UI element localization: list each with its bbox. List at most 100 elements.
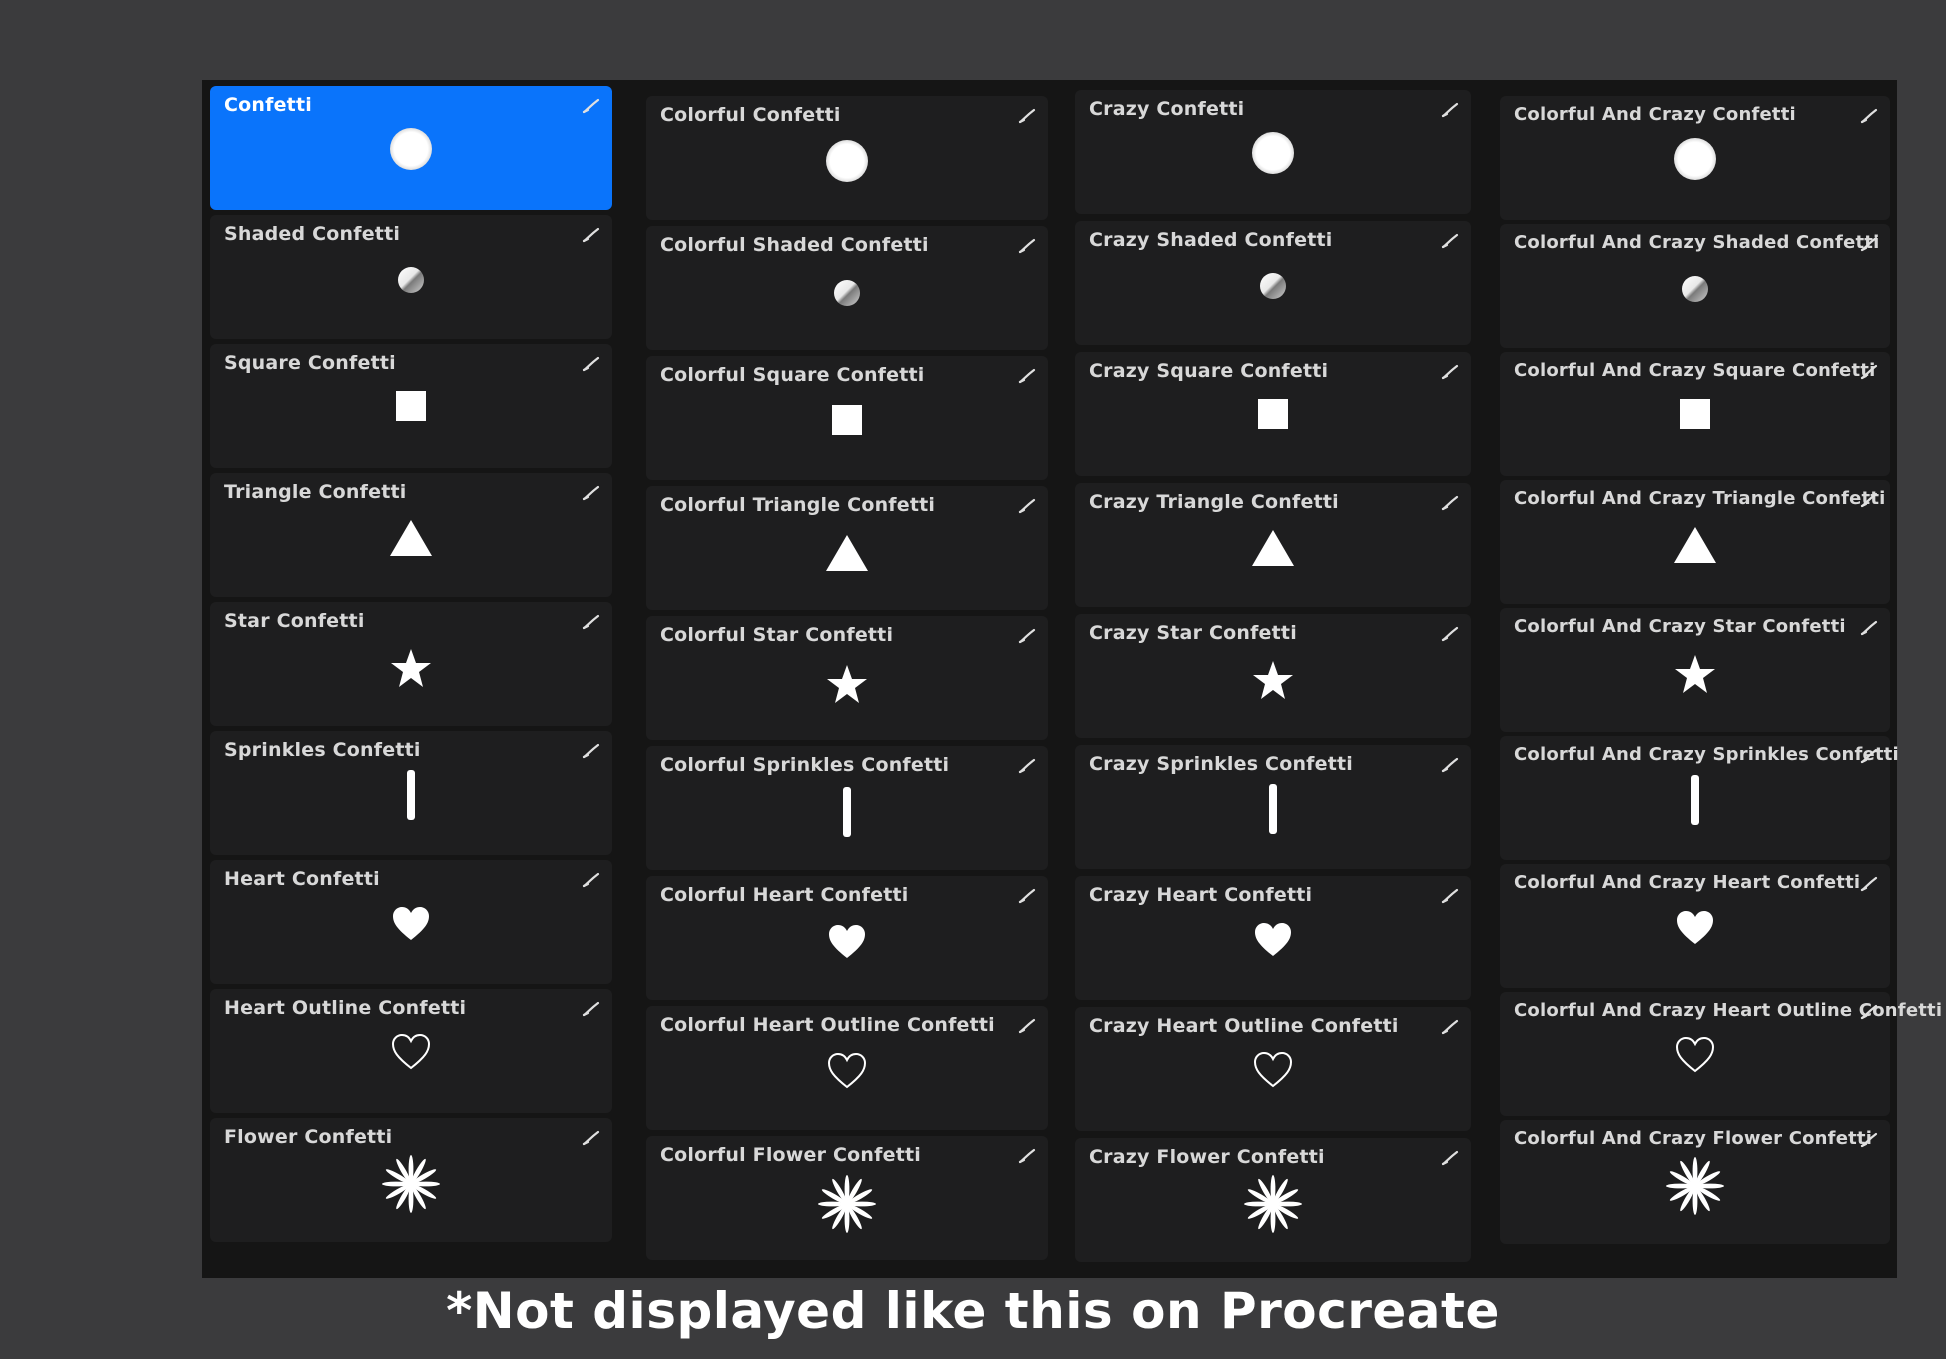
brush-label: Colorful And Crazy Star Confetti (1514, 616, 1846, 637)
brush-item[interactable]: Sprinkles Confetti (210, 731, 612, 855)
brush-stroke-icon (1441, 757, 1459, 773)
brush-item[interactable]: Colorful Triangle Confetti (646, 486, 1048, 610)
brush-item[interactable]: Triangle Confetti (210, 473, 612, 597)
square-icon (210, 390, 612, 422)
brush-item[interactable]: Colorful Confetti (646, 96, 1048, 220)
brush-item[interactable]: Crazy Confetti (1075, 90, 1471, 214)
brush-stroke-icon (1018, 498, 1036, 514)
brush-label: Colorful And Crazy Shaded Confetti (1514, 232, 1880, 253)
brush-item[interactable]: Crazy Shaded Confetti (1075, 221, 1471, 345)
heart-outline-icon (1075, 1051, 1471, 1089)
brush-item[interactable]: Colorful Shaded Confetti (646, 226, 1048, 350)
brush-label: Crazy Shaded Confetti (1089, 229, 1333, 251)
brush-item[interactable]: Crazy Flower Confetti (1075, 1138, 1471, 1262)
brush-stroke-icon (582, 356, 600, 372)
brush-stroke-icon (1018, 1018, 1036, 1034)
brush-item[interactable]: Colorful And Crazy Confetti (1500, 96, 1890, 220)
brush-stroke-icon (1860, 236, 1878, 252)
square-icon (1075, 398, 1471, 430)
brush-stroke-icon (1860, 1004, 1878, 1020)
triangle-icon (646, 534, 1048, 572)
brush-item[interactable]: Heart Confetti (210, 860, 612, 984)
brush-label: Crazy Flower Confetti (1089, 1146, 1325, 1168)
brush-item[interactable]: Colorful Heart Outline Confetti (646, 1006, 1048, 1130)
brush-item[interactable]: Confetti (210, 86, 612, 210)
brush-item[interactable]: Star Confetti (210, 602, 612, 726)
brush-label: Square Confetti (224, 352, 396, 374)
brush-label: Confetti (224, 94, 312, 116)
square-icon (646, 404, 1048, 436)
heart-outline-icon (210, 1033, 612, 1071)
brush-label: Crazy Square Confetti (1089, 360, 1329, 382)
brush-stroke-icon (582, 743, 600, 759)
brush-stroke-icon (1441, 1150, 1459, 1166)
brush-stroke-icon (1860, 492, 1878, 508)
brush-item[interactable]: Colorful Star Confetti (646, 616, 1048, 740)
brush-item[interactable]: Crazy Heart Outline Confetti (1075, 1007, 1471, 1131)
brush-item[interactable]: Colorful And Crazy Flower Confetti (1500, 1120, 1890, 1244)
brush-label: Colorful Square Confetti (660, 364, 925, 386)
brush-label: Heart Outline Confetti (224, 997, 467, 1019)
triangle-icon (1075, 529, 1471, 567)
square-icon (1500, 398, 1890, 430)
brush-stroke-icon (1441, 626, 1459, 642)
brush-label: Crazy Star Confetti (1089, 622, 1297, 644)
brush-label: Colorful Heart Outline Confetti (660, 1014, 995, 1036)
star-icon (1075, 660, 1471, 700)
brush-item[interactable]: Colorful Sprinkles Confetti (646, 746, 1048, 870)
brush-item[interactable]: Colorful And Crazy Star Confetti (1500, 608, 1890, 732)
flower-icon (646, 1174, 1048, 1234)
brush-item[interactable]: Crazy Star Confetti (1075, 614, 1471, 738)
heart-icon (646, 924, 1048, 960)
brush-item[interactable]: Colorful Square Confetti (646, 356, 1048, 480)
brush-stroke-icon (582, 98, 600, 114)
brush-column-2: Colorful Confetti Colorful Shaded Confett… (646, 96, 1048, 1266)
brush-stroke-icon (1441, 495, 1459, 511)
brush-stroke-icon (1018, 888, 1036, 904)
heart-icon (1075, 922, 1471, 958)
brush-item[interactable]: Colorful And Crazy Square Confetti (1500, 352, 1890, 476)
brush-item[interactable]: Heart Outline Confetti (210, 989, 612, 1113)
brush-item[interactable]: Crazy Heart Confetti (1075, 876, 1471, 1000)
brush-item[interactable]: Colorful And Crazy Shaded Confetti (1500, 224, 1890, 348)
brush-label: Colorful Sprinkles Confetti (660, 754, 950, 776)
brush-item[interactable]: Crazy Triangle Confetti (1075, 483, 1471, 607)
brush-label: Crazy Confetti (1089, 98, 1245, 120)
heart-outline-icon (1500, 1036, 1890, 1074)
brush-label: Colorful And Crazy Flower Confetti (1514, 1128, 1873, 1149)
brush-item[interactable]: Square Confetti (210, 344, 612, 468)
brush-stroke-icon (1018, 758, 1036, 774)
brush-item[interactable]: Flower Confetti (210, 1118, 612, 1242)
brush-item[interactable]: Colorful Heart Confetti (646, 876, 1048, 1000)
brush-label: Colorful Star Confetti (660, 624, 894, 646)
brush-item[interactable]: Colorful Flower Confetti (646, 1136, 1048, 1260)
brush-item[interactable]: Shaded Confetti (210, 215, 612, 339)
sprinkle-icon (1500, 774, 1890, 826)
brush-item[interactable]: Colorful And Crazy Heart Outline Confett… (1500, 992, 1942, 1116)
brush-item[interactable]: Colorful And Crazy Sprinkles Confetti (1500, 736, 1899, 860)
brush-stroke-icon (582, 872, 600, 888)
brush-label: Colorful And Crazy Triangle Confetti (1514, 488, 1886, 509)
brush-label: Colorful Heart Confetti (660, 884, 909, 906)
brush-column-4: Colorful And Crazy Confetti Colorful And … (1500, 96, 1942, 1248)
brush-stroke-icon (582, 227, 600, 243)
brush-item[interactable]: Crazy Sprinkles Confetti (1075, 745, 1471, 869)
sprinkle-icon (646, 786, 1048, 838)
brush-item[interactable]: Colorful And Crazy Triangle Confetti (1500, 480, 1890, 604)
flower-icon (1500, 1156, 1890, 1216)
brush-label: Colorful Triangle Confetti (660, 494, 936, 516)
brush-stroke-icon (1018, 1148, 1036, 1164)
circle-icon (646, 138, 1048, 184)
shaded-sphere-icon (210, 265, 612, 295)
brush-stroke-icon (1018, 238, 1036, 254)
flower-icon (210, 1154, 612, 1214)
brush-item[interactable]: Colorful And Crazy Heart Confetti (1500, 864, 1890, 988)
brush-item[interactable]: Crazy Square Confetti (1075, 352, 1471, 476)
brush-label: Colorful Confetti (660, 104, 841, 126)
brush-label: Crazy Heart Confetti (1089, 884, 1313, 906)
brush-stroke-icon (1441, 1019, 1459, 1035)
brush-label: Heart Confetti (224, 868, 380, 890)
brush-column-1: Confetti Shaded Confetti Square Confetti Tr… (210, 86, 612, 1247)
shaded-sphere-icon (1500, 274, 1890, 304)
brush-column-3: Crazy Confetti Crazy Shaded Confetti Crazy… (1075, 90, 1471, 1269)
